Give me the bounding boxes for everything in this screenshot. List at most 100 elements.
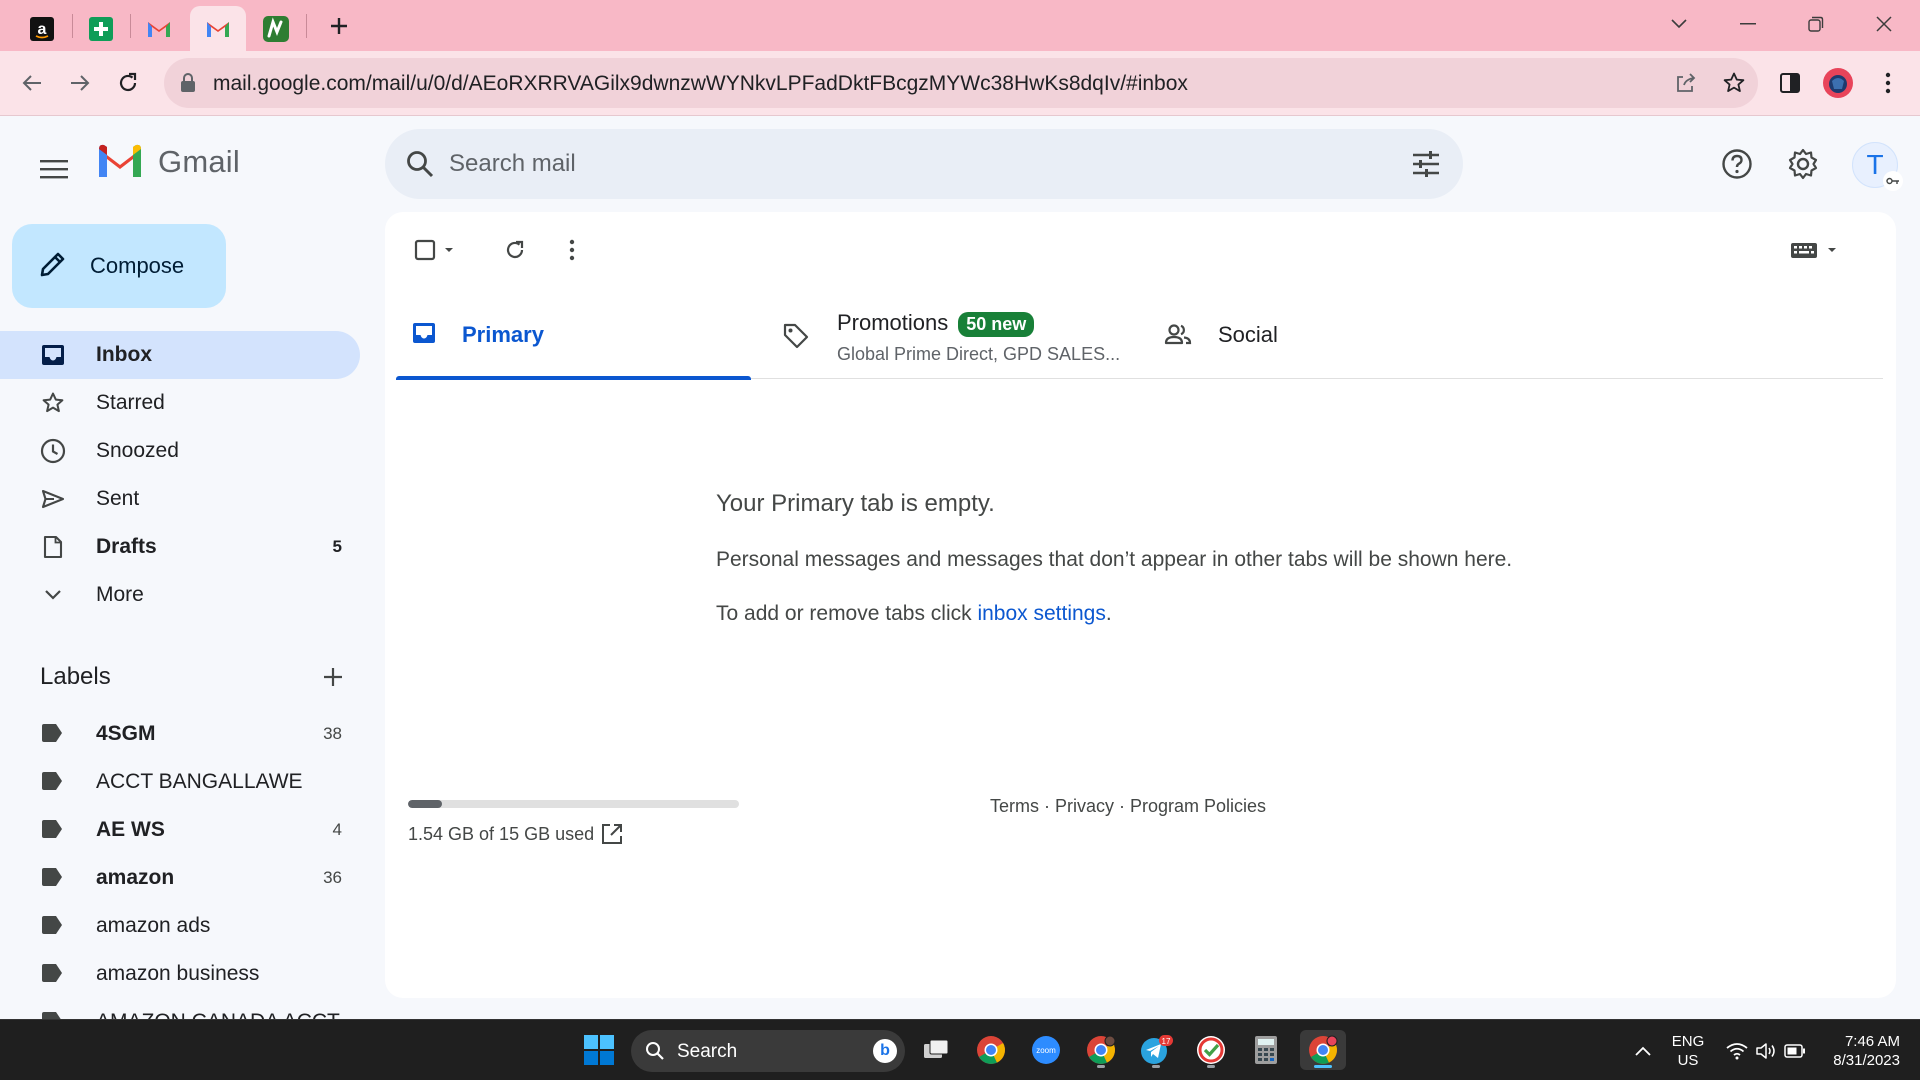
manage-storage-button[interactable] [599,821,625,847]
search-icon[interactable] [405,149,435,184]
search-bar[interactable] [385,129,1463,199]
more-options-button[interactable] [552,230,592,270]
url-text[interactable]: mail.google.com/mail/u/0/d/AEoRXRRVAGilx… [213,72,1188,96]
side-panel-icon[interactable] [1772,65,1808,101]
tab-promotions-senders: Global Prime Direct, GPD SALES... [837,344,1121,364]
open-in-new-icon [602,824,622,844]
browser-tab-amazon[interactable]: a [16,6,68,51]
support-button[interactable] [1713,140,1761,188]
telegram-taskbar-icon[interactable]: 17 [1136,1030,1176,1070]
taskbar-search[interactable]: Search b [631,1030,905,1072]
chrome-taskbar-icon[interactable] [971,1030,1011,1070]
start-button[interactable] [583,1034,615,1071]
wifi-icon[interactable] [1722,1020,1752,1080]
new-tab-button[interactable] [322,10,356,42]
lock-icon[interactable] [180,73,196,98]
browser-tab-sheets[interactable] [75,6,127,51]
label-item-amazon-business[interactable]: amazon business [0,950,360,998]
label-icon [40,963,64,988]
star-icon [40,390,66,416]
label-item-amazon-ads[interactable]: amazon ads [0,902,360,950]
inbox-settings-link[interactable]: inbox settings [977,602,1105,625]
browser-tab-app[interactable] [250,6,302,51]
gmail-logo[interactable]: Gmail [96,143,240,181]
nav-item-snoozed[interactable]: Snoozed [0,427,360,475]
zoom-taskbar-icon[interactable]: zoom [1026,1030,1066,1070]
account-avatar[interactable]: T [1852,142,1903,191]
select-all-checkbox[interactable] [407,230,467,270]
label-item-ae-ws[interactable]: AE WS 4 [0,806,360,854]
bookmark-star-icon[interactable] [1720,69,1748,97]
program-policies-link[interactable]: Program Policies [1130,796,1266,816]
tab-primary[interactable]: Primary [396,292,751,380]
forward-button[interactable] [62,65,98,101]
label-item-amazon[interactable]: amazon 36 [0,854,360,902]
new-count-badge: 50 new [958,312,1035,337]
nav-item-more[interactable]: More [0,571,360,619]
storage-usage-fill [408,800,443,808]
refresh-icon [506,240,524,259]
label-count: 4 [332,820,342,839]
search-options-icon[interactable] [1409,147,1443,181]
input-language-indicator[interactable]: ENG US [1668,1032,1708,1070]
svg-text:zoom: zoom [1036,1046,1056,1055]
tab-separator [130,14,131,38]
tab-promotions[interactable]: Promotions 50 new Global Prime Direct, GP… [782,292,1127,379]
tab-search-button[interactable] [1651,4,1707,44]
people-icon [1164,322,1192,351]
chrome-active-taskbar-icon[interactable] [1300,1030,1346,1070]
tasks-taskbar-icon[interactable] [1191,1030,1231,1070]
browser-tab-bar: a [0,0,1920,51]
tab-social[interactable]: Social [1153,292,1353,379]
show-hidden-icons-button[interactable] [1628,1020,1658,1080]
nav-item-sent[interactable]: Sent [0,475,360,523]
main-menu-button[interactable] [30,145,78,193]
bing-icon[interactable]: b [873,1039,897,1063]
empty-state-hint: To add or remove tabs click inbox settin… [716,602,1112,625]
label-item-acct-bangallawe[interactable]: ACCT BANGALLAWE [0,758,360,806]
refresh-button[interactable] [495,230,535,270]
restore-button[interactable] [1788,4,1844,44]
volume-icon[interactable] [1751,1020,1781,1080]
compose-button[interactable]: Compose [12,224,226,308]
browser-menu-icon[interactable] [1870,65,1906,101]
active-tab-indicator [396,376,751,380]
windows-logo-icon [584,1035,614,1065]
nav-label: More [96,583,144,606]
nav-item-inbox[interactable]: Inbox [0,331,360,379]
label-icon [40,723,64,748]
terms-link[interactable]: Terms [990,796,1039,816]
reload-button[interactable] [110,65,146,101]
address-bar[interactable]: mail.google.com/mail/u/0/d/AEoRXRRVAGilx… [164,58,1758,108]
hamburger-icon [40,160,68,179]
minimize-button[interactable] [1720,4,1776,44]
settings-button[interactable] [1779,140,1827,188]
create-label-button[interactable] [316,660,350,694]
gmail-favicon [146,16,172,42]
close-window-button[interactable] [1856,4,1912,44]
input-tools-button[interactable] [1785,230,1845,270]
browser-tab-gmail-active[interactable] [190,6,246,51]
search-input[interactable] [449,143,1349,185]
profile-avatar[interactable] [1820,65,1856,101]
share-icon[interactable] [1672,69,1700,97]
chevron-down-icon [40,582,66,608]
nav-item-drafts[interactable]: Drafts 5 [0,523,360,571]
nav-label: Inbox [96,343,152,366]
back-button[interactable] [14,65,50,101]
nav-item-starred[interactable]: Starred [0,379,360,427]
search-icon [645,1041,665,1066]
nav-label: Snoozed [96,439,179,462]
label-item-4sgm[interactable]: 4SGM 38 [0,710,360,758]
keyboard-icon [1791,243,1836,258]
task-view-icon[interactable] [916,1030,956,1070]
label-name: AE WS [96,818,165,841]
battery-icon[interactable] [1780,1020,1810,1080]
plus-icon [324,668,342,686]
privacy-link[interactable]: Privacy [1055,796,1114,816]
taskbar-clock[interactable]: 7:46 AM 8/31/2023 [1820,1032,1900,1070]
browser-tab-gmail-1[interactable] [133,6,185,51]
calculator-taskbar-icon[interactable] [1246,1030,1286,1070]
chrome-profile-taskbar-icon[interactable] [1081,1030,1121,1070]
tab-primary-title: Primary [462,322,544,347]
